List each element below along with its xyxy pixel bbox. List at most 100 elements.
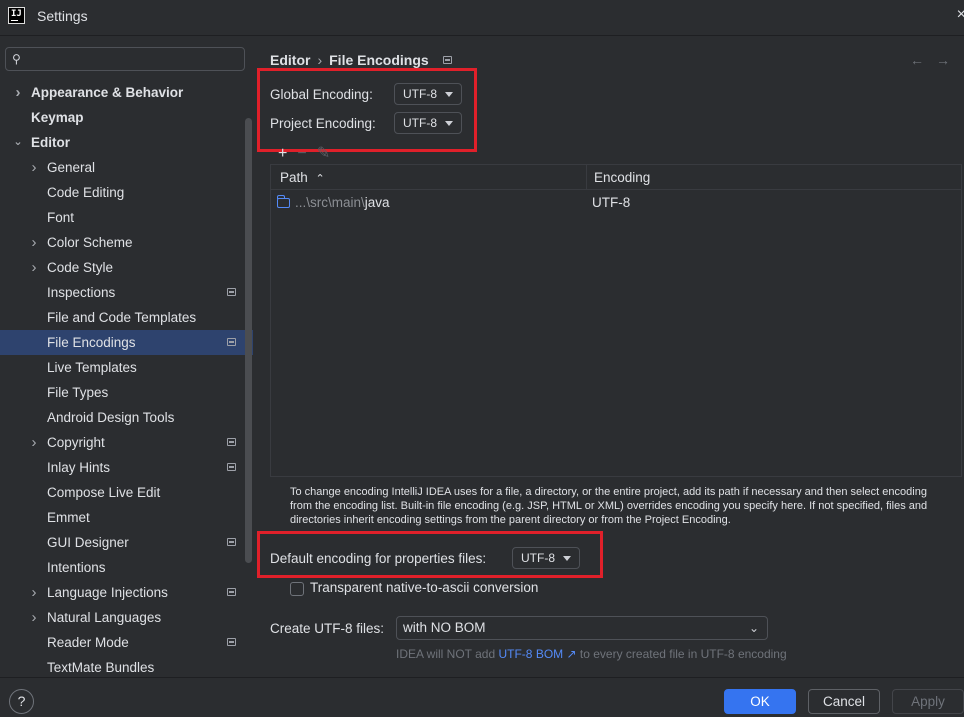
path-toolbar: + − ✎	[278, 143, 340, 162]
settings-sidebar: ⚲ › Appearance & Behavior Keymap ⌄ Editor › Ge…	[0, 37, 253, 677]
table-header: Path ⌃ Encoding	[271, 165, 961, 190]
sidebar-item-code-style[interactable]: › Code Style	[0, 255, 253, 280]
sidebar-item-gui-designer[interactable]: GUI Designer	[0, 530, 253, 555]
project-scope-icon	[227, 288, 236, 296]
breadcrumb-file-encodings: File Encodings	[329, 52, 429, 68]
create-utf8-label: Create UTF-8 files:	[270, 621, 385, 636]
sidebar-item-appearance-behavior[interactable]: › Appearance & Behavior	[0, 80, 253, 105]
sidebar-item-compose-live-edit[interactable]: Compose Live Edit	[0, 480, 253, 505]
chevron-right-icon[interactable]: ›	[12, 80, 24, 105]
breadcrumb-editor[interactable]: Editor	[270, 52, 310, 68]
sidebar-item-label: Android Design Tools	[47, 410, 175, 425]
utf8-bom-link[interactable]: UTF-8 BOM ↗	[498, 647, 576, 661]
project-scope-icon	[227, 338, 236, 346]
sidebar-item-font[interactable]: Font	[0, 205, 253, 230]
back-arrow-icon[interactable]: ←	[910, 52, 924, 68]
sidebar-item-file-types[interactable]: File Types	[0, 380, 253, 405]
sidebar-scrollbar[interactable]	[245, 118, 252, 563]
sidebar-item-code-editing[interactable]: Code Editing	[0, 180, 253, 205]
folder-icon	[276, 195, 290, 208]
sidebar-item-label: Appearance & Behavior	[31, 85, 184, 100]
highlight-box-properties	[257, 531, 603, 578]
sidebar-item-label: Color Scheme	[47, 235, 133, 250]
sidebar-item-emmet[interactable]: Emmet	[0, 505, 253, 530]
add-icon[interactable]: +	[278, 145, 287, 162]
search-input[interactable]	[32, 50, 240, 68]
forward-arrow-icon[interactable]: →	[936, 52, 950, 68]
sidebar-item-label: Natural Languages	[47, 610, 162, 625]
sidebar-item-label: Live Templates	[47, 360, 137, 375]
search-icon: ⚲	[12, 52, 21, 66]
ok-button[interactable]: OK	[724, 689, 796, 714]
sidebar-item-copyright[interactable]: › Copyright	[0, 430, 253, 455]
row-encoding[interactable]: UTF-8	[592, 191, 630, 215]
sidebar-item-language-injections[interactable]: › Language Injections	[0, 580, 253, 605]
chevron-right-icon[interactable]: ›	[28, 155, 40, 180]
sidebar-item-label: File and Code Templates	[47, 310, 197, 325]
sidebar-item-label: Code Style	[47, 260, 114, 275]
native-to-ascii-checkbox[interactable]	[290, 582, 304, 596]
breadcrumb: Editor › File Encodings	[270, 52, 452, 68]
sidebar-item-reader-mode[interactable]: Reader Mode	[0, 630, 253, 655]
sort-ascending-icon: ⌃	[315, 173, 325, 185]
sidebar-item-intentions[interactable]: Intentions	[0, 555, 253, 580]
table-row[interactable]: ...\src\main\java UTF-8	[271, 191, 961, 215]
cancel-button[interactable]: Cancel	[808, 689, 880, 714]
apply-button[interactable]: Apply	[892, 689, 964, 714]
main-panel: Editor › File Encodings ← → Global Encoding…	[254, 37, 964, 677]
bom-note: IDEA will NOT add UTF-8 BOM ↗ to every c…	[396, 647, 787, 661]
sidebar-item-label: File Types	[47, 385, 109, 400]
chevron-right-icon[interactable]: ›	[28, 430, 40, 455]
create-utf8-value: with NO BOM	[403, 620, 486, 635]
search-box[interactable]: ⚲	[5, 47, 245, 71]
settings-tree: › Appearance & Behavior Keymap ⌄ Editor › Gene…	[0, 80, 253, 680]
sidebar-item-label: Reader Mode	[47, 635, 129, 650]
sidebar-item-file-and-code-templates[interactable]: File and Code Templates	[0, 305, 253, 330]
column-header-encoding[interactable]: Encoding	[594, 165, 650, 190]
sidebar-item-editor[interactable]: ⌄ Editor	[0, 130, 253, 155]
sidebar-item-keymap[interactable]: Keymap	[0, 105, 253, 130]
app-logo-icon: IJ	[8, 7, 25, 24]
close-icon[interactable]: ×	[957, 6, 964, 24]
sidebar-item-general[interactable]: › General	[0, 155, 253, 180]
sidebar-item-natural-languages[interactable]: › Natural Languages	[0, 605, 253, 630]
path-encoding-table: Path ⌃ Encoding ...\src\main\java UTF-8	[270, 164, 962, 477]
chevron-right-icon[interactable]: ›	[28, 255, 40, 280]
sidebar-item-inlay-hints[interactable]: Inlay Hints	[0, 455, 253, 480]
sidebar-item-label: Code Editing	[47, 185, 125, 200]
sidebar-item-label: General	[47, 160, 96, 175]
edit-icon[interactable]: ✎	[317, 145, 330, 162]
sidebar-item-inspections[interactable]: Inspections	[0, 280, 253, 305]
sidebar-item-label: Emmet	[47, 510, 90, 525]
sidebar-item-android-design-tools[interactable]: Android Design Tools	[0, 405, 253, 430]
project-scope-icon	[227, 538, 236, 546]
project-scope-icon	[227, 638, 236, 646]
project-scope-icon	[227, 463, 236, 471]
chevron-right-icon[interactable]: ›	[28, 230, 40, 255]
column-header-path[interactable]: Path ⌃	[280, 165, 325, 190]
project-scope-icon	[227, 438, 236, 446]
window-title: Settings	[37, 8, 88, 24]
sidebar-item-label: Copyright	[47, 435, 105, 450]
sidebar-item-label: Editor	[31, 135, 70, 150]
sidebar-item-label: Font	[47, 210, 75, 225]
chevron-down-icon: ⌄	[748, 621, 759, 635]
native-to-ascii-label[interactable]: Transparent native-to-ascii conversion	[310, 580, 538, 595]
chevron-right-icon[interactable]: ›	[28, 605, 40, 630]
sidebar-item-live-templates[interactable]: Live Templates	[0, 355, 253, 380]
sidebar-item-label: Inlay Hints	[47, 460, 111, 475]
create-utf8-combo[interactable]: with NO BOM ⌄	[396, 616, 768, 640]
highlight-box-encodings	[257, 68, 477, 152]
sidebar-item-color-scheme[interactable]: › Color Scheme	[0, 230, 253, 255]
chevron-down-icon[interactable]: ⌄	[12, 130, 24, 155]
column-divider[interactable]	[586, 165, 587, 190]
help-button[interactable]: ?	[9, 689, 34, 714]
remove-icon[interactable]: −	[297, 145, 306, 162]
sidebar-item-label: Compose Live Edit	[47, 485, 161, 500]
title-bar: IJ Settings ×	[0, 0, 964, 36]
project-scope-icon	[227, 588, 236, 596]
sidebar-item-label: Language Injections	[47, 585, 168, 600]
sidebar-item-file-encodings[interactable]: File Encodings	[0, 330, 253, 355]
row-path: ...\src\main\java	[295, 195, 390, 210]
chevron-right-icon[interactable]: ›	[28, 580, 40, 605]
